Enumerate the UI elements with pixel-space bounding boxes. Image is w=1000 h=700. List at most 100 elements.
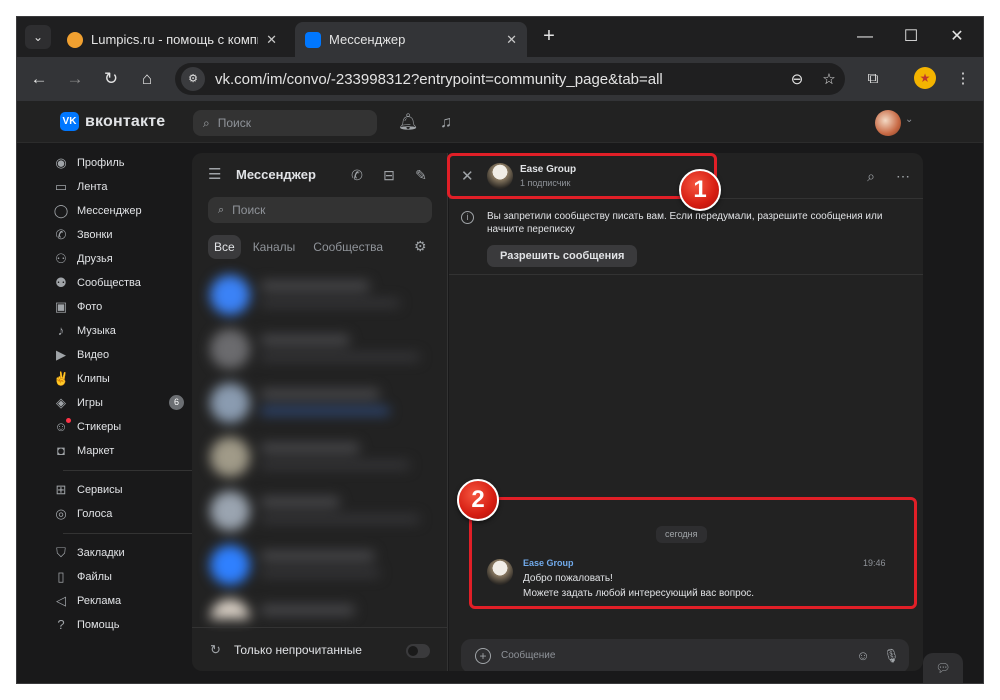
nav-item-profile[interactable]: ◉ Профиль bbox=[53, 151, 183, 175]
bookmark-star-icon[interactable]: ☆ bbox=[813, 70, 845, 88]
nav-item-video[interactable]: ▶ Видео bbox=[53, 343, 183, 367]
nav-item-market[interactable]: ◘ Маркет bbox=[53, 439, 183, 463]
microphone-icon[interactable]: 🎙︎ bbox=[883, 648, 900, 664]
search-icon[interactable]: ⌕ bbox=[861, 166, 881, 186]
files-icon: ▯ bbox=[57, 569, 65, 584]
chat-list-blurred bbox=[192, 269, 447, 619]
address-bar[interactable]: ⚙ vk.com/im/convo/-233998312?entrypoint=… bbox=[175, 63, 845, 95]
nav-item-votes[interactable]: ◎ Голоса bbox=[53, 502, 183, 526]
url-text[interactable]: vk.com/im/convo/-233998312?entrypoint=co… bbox=[215, 71, 781, 88]
stickers-icon: ☺ bbox=[53, 418, 71, 435]
market-icon: ◘ bbox=[57, 443, 65, 458]
archive-icon[interactable]: ⊟ bbox=[378, 164, 400, 186]
forward-button[interactable]: → bbox=[63, 67, 87, 91]
nav-item-clips[interactable]: ✌ Клипы bbox=[53, 367, 183, 391]
new-tab-button[interactable]: + bbox=[537, 25, 561, 49]
nav-item-services[interactable]: ⊞ Сервисы bbox=[53, 478, 183, 502]
back-button[interactable]: ← bbox=[27, 67, 51, 91]
nav-item-bookmarks[interactable]: ⛉ Закладки bbox=[53, 541, 183, 565]
message-input[interactable]: Сообщение bbox=[501, 650, 555, 661]
messenger-filters: Все Каналы Сообщества bbox=[208, 235, 389, 259]
chat-list-item[interactable] bbox=[202, 485, 438, 537]
vk-logo[interactable]: VK вконтакте bbox=[60, 112, 165, 131]
votes-icon: ◎ bbox=[55, 506, 67, 521]
tab-close-icon[interactable]: ✕ bbox=[266, 32, 277, 48]
filter-settings-gear-icon[interactable]: ⚙ bbox=[414, 238, 427, 255]
nav-item-photo[interactable]: ▣ Фото bbox=[53, 295, 183, 319]
filter-all[interactable]: Все bbox=[208, 235, 241, 259]
nav-item-help[interactable]: ? Помощь bbox=[53, 613, 183, 637]
messenger-list-panel: ☰ Мессенджер ✆ ⊟ ✎ ⌕ Поиск Все Каналы Со… bbox=[192, 153, 448, 671]
nav-item-stickers[interactable]: ☺ Стикеры bbox=[53, 415, 183, 439]
nav-item-files[interactable]: ▯ Файлы bbox=[53, 565, 183, 589]
unread-only-label: Только непрочитанные bbox=[234, 643, 362, 657]
chat-list-item[interactable] bbox=[202, 431, 438, 483]
music-note-icon[interactable]: ♫ bbox=[435, 112, 457, 134]
nav-item-feed[interactable]: ▭ Лента bbox=[53, 175, 183, 199]
chat-list-item[interactable] bbox=[202, 593, 438, 619]
nav-item-calls[interactable]: ✆ Звонки bbox=[53, 223, 183, 247]
chevron-down-icon[interactable]: ⌄ bbox=[905, 114, 913, 125]
allow-messages-button[interactable]: Разрешить сообщения bbox=[487, 245, 638, 267]
nav-label: Маркет bbox=[77, 445, 115, 457]
attach-plus-icon[interactable]: + bbox=[475, 648, 491, 664]
bookmarks-icon: ⛉ bbox=[56, 545, 66, 560]
reload-button[interactable]: ↻ bbox=[99, 67, 123, 91]
nav-item-messenger[interactable]: ◯ Мессенджер bbox=[53, 199, 183, 223]
extensions-icon[interactable]: ⧉ bbox=[861, 67, 885, 91]
nav-item-ads[interactable]: ◁ Реклама bbox=[53, 589, 183, 613]
nav-item-communities[interactable]: ⚉ Сообщества bbox=[53, 271, 183, 295]
chat-list-item[interactable] bbox=[202, 269, 438, 321]
new-dot bbox=[66, 418, 71, 423]
new-call-icon[interactable]: ✆ bbox=[346, 164, 368, 186]
unread-only-toggle[interactable] bbox=[406, 644, 430, 658]
nav-label: Музыка bbox=[77, 325, 116, 337]
compose-icon[interactable]: ✎ bbox=[410, 164, 432, 186]
browser-menu-icon[interactable]: ⋮ bbox=[951, 67, 975, 91]
emoji-icon[interactable]: ☺ bbox=[855, 648, 871, 664]
notifications-bell-icon[interactable]: 🔔︎ bbox=[397, 112, 419, 134]
close-window-button[interactable]: ✕ bbox=[937, 23, 977, 51]
nav-label: Мессенджер bbox=[77, 205, 142, 217]
tab-lumpics[interactable]: Lumpics.ru - помощь с компьют ✕ bbox=[57, 22, 287, 57]
vk-logo-text: вконтакте bbox=[85, 112, 166, 130]
nav-item-friends[interactable]: ⚇ Друзья bbox=[53, 247, 183, 271]
chat-list-item[interactable] bbox=[202, 377, 438, 429]
nav-label: Фото bbox=[77, 301, 103, 313]
minimize-button[interactable]: — bbox=[845, 23, 885, 51]
site-info-icon[interactable]: ⚙ bbox=[181, 67, 205, 91]
nav-item-music[interactable]: ♪ Музыка bbox=[53, 319, 183, 343]
filter-communities[interactable]: Сообщества bbox=[307, 235, 389, 259]
toggle-knob bbox=[408, 646, 418, 656]
games-icon: ◈ bbox=[56, 395, 66, 410]
music-icon: ♪ bbox=[57, 323, 65, 338]
more-options-icon[interactable]: ⋯ bbox=[893, 166, 913, 186]
messenger-search-input[interactable]: ⌕ Поиск bbox=[208, 197, 432, 223]
tab-search-button[interactable]: ⌄ bbox=[25, 25, 51, 49]
help-icon: ? bbox=[57, 617, 65, 632]
home-button[interactable]: ⌂ bbox=[135, 67, 159, 91]
highlight-box-2 bbox=[469, 497, 917, 609]
tab-close-icon[interactable]: ✕ bbox=[506, 32, 517, 48]
unread-only-bar: ↻ Только непрочитанные bbox=[192, 627, 447, 671]
nav-item-games[interactable]: ◈ Игры 6 bbox=[53, 391, 184, 415]
vk-search-input[interactable]: ⌕ Поиск bbox=[193, 110, 377, 136]
tab-messenger[interactable]: Мессенджер ✕ bbox=[295, 22, 527, 57]
video-icon: ▶ bbox=[56, 347, 66, 362]
friends-icon: ⚇ bbox=[55, 251, 67, 266]
profile-extension-icon[interactable]: ★ bbox=[914, 67, 938, 91]
nav-label: Сообщества bbox=[77, 277, 141, 289]
zoom-icon[interactable]: ⊖ bbox=[781, 70, 813, 88]
browser-toolbar: ← → ↻ ⌂ ⚙ vk.com/im/convo/-233998312?ent… bbox=[17, 57, 983, 101]
maximize-button[interactable]: ☐ bbox=[891, 23, 931, 51]
filter-channels[interactable]: Каналы bbox=[247, 235, 302, 259]
highlight-box-1 bbox=[447, 153, 717, 199]
menu-burger-icon[interactable]: ☰ bbox=[208, 165, 221, 183]
chat-list-item[interactable] bbox=[202, 539, 438, 591]
nav-label: Закладки bbox=[77, 547, 125, 559]
chat-bubble-icon[interactable]: 💬︎ bbox=[923, 653, 963, 683]
services-icon: ⊞ bbox=[55, 482, 67, 497]
user-avatar[interactable] bbox=[875, 110, 901, 136]
chat-list-item[interactable] bbox=[202, 323, 438, 375]
unread-icon: ↻ bbox=[210, 642, 221, 657]
